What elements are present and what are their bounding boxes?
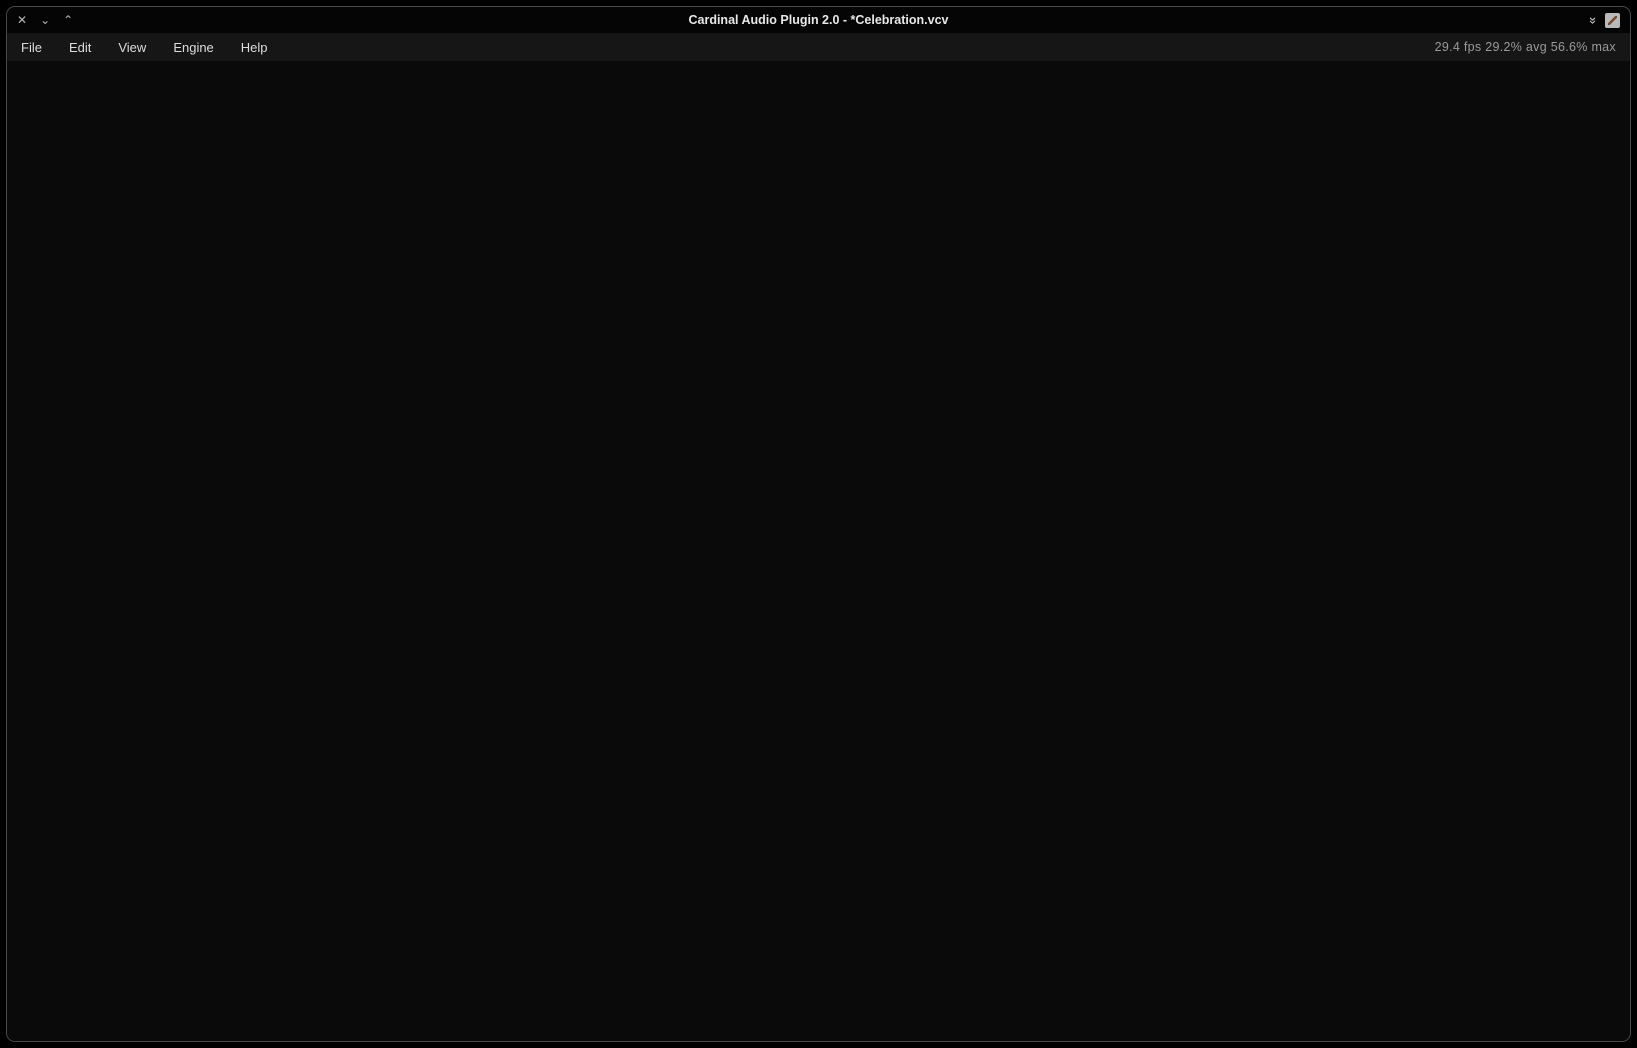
menu-item-view[interactable]: View (118, 40, 146, 55)
collapse-icon[interactable]: » (1586, 16, 1601, 23)
window-control-1[interactable]: ⌄ (40, 13, 50, 27)
menu-item-file[interactable]: File (21, 40, 42, 55)
window-control-2[interactable]: ⌃ (63, 13, 73, 27)
app-window: ✕ ⌄ ⌃ Cardinal Audio Plugin 2.0 - *Celebra… (6, 6, 1631, 1042)
menu-bar: File Edit View Engine Help 29.4 fps 29.2% av… (7, 33, 1630, 62)
menu-items: File Edit View Engine Help (21, 40, 268, 55)
rack-area (7, 61, 1630, 1041)
window-title: Cardinal Audio Plugin 2.0 - *Celebration… (237, 13, 1400, 27)
menu-item-help[interactable]: Help (241, 40, 268, 55)
window-control-0[interactable]: ✕ (17, 13, 27, 27)
menu-item-engine[interactable]: Engine (173, 40, 213, 55)
performance-stats: 29.4 fps 29.2% avg 56.6% max (1435, 40, 1616, 54)
window-controls[interactable]: ✕ ⌄ ⌃ (17, 13, 237, 27)
title-bar: ✕ ⌄ ⌃ Cardinal Audio Plugin 2.0 - *Celebra… (7, 7, 1630, 33)
plugin-logo-icon (1605, 13, 1620, 28)
menu-item-edit[interactable]: Edit (69, 40, 91, 55)
